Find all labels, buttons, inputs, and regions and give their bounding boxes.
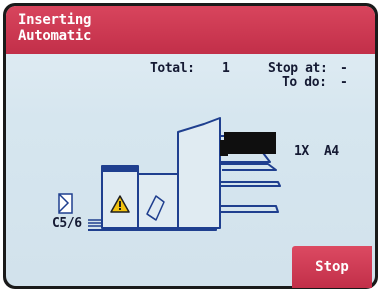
envelope-icon bbox=[58, 193, 73, 214]
sheet-count: 1X bbox=[294, 144, 309, 159]
document-stack bbox=[224, 132, 276, 154]
output-tray-lower bbox=[220, 205, 279, 213]
fold-module bbox=[137, 173, 179, 229]
envelope-module-cap bbox=[102, 166, 138, 172]
machine-diagram bbox=[58, 117, 281, 231]
paper-size: A4 bbox=[324, 144, 339, 159]
envelope-size: C5/6 bbox=[52, 216, 82, 231]
feeder-tower bbox=[177, 117, 221, 229]
feeder-tray-lower bbox=[220, 163, 277, 171]
output-tray-upper bbox=[220, 181, 281, 187]
touch-screen: Inserting Automatic Total: 1 Stop at: - … bbox=[6, 6, 375, 286]
stop-button[interactable]: Stop bbox=[292, 246, 372, 288]
